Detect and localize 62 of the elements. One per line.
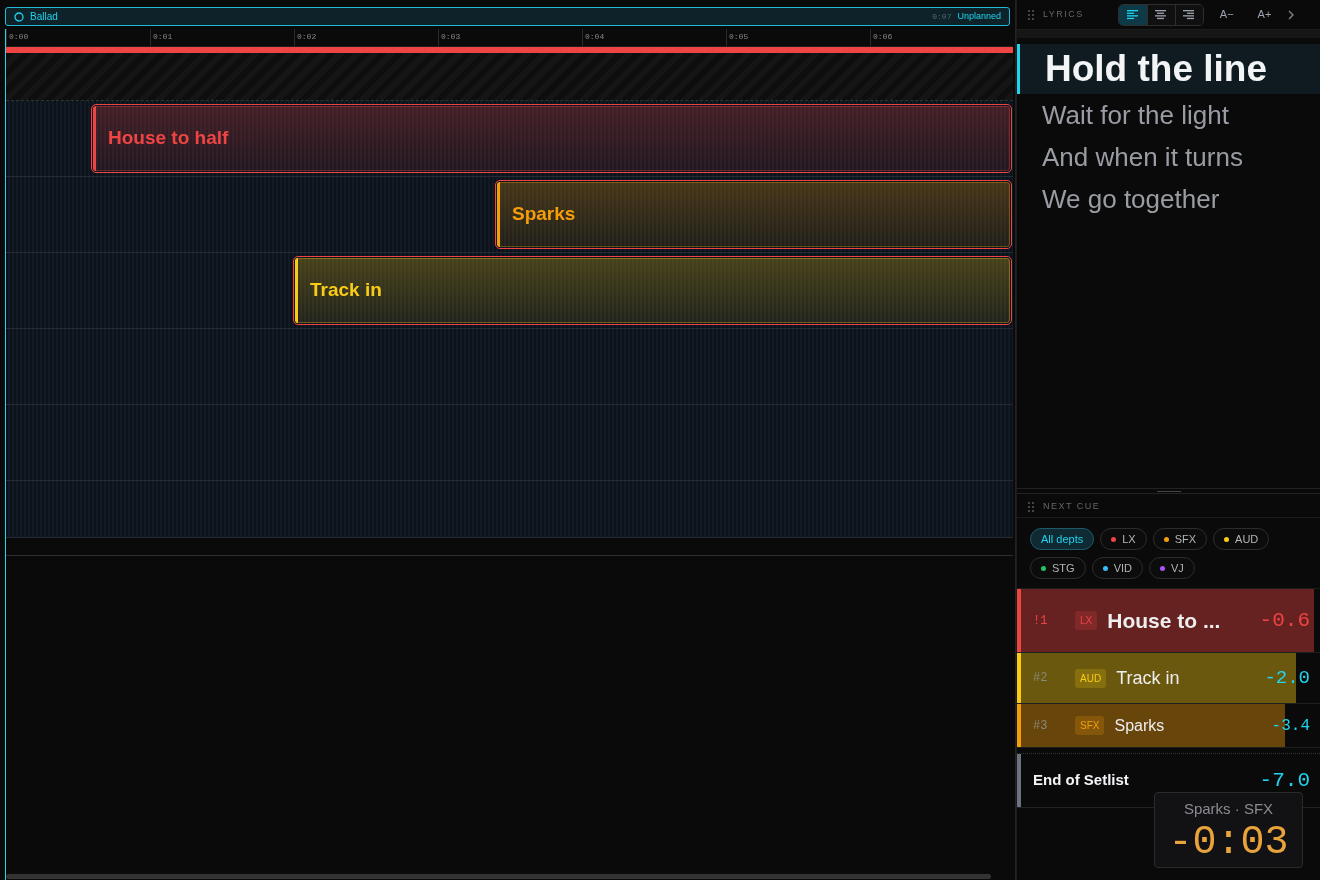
- panel-title: LYRICS: [1043, 7, 1084, 21]
- countdown-overlay[interactable]: Sparks · SFX -0:03: [1154, 792, 1303, 868]
- countdown-time: -0:03: [1168, 820, 1289, 865]
- align-left-icon: [1126, 9, 1139, 20]
- lyric-line: Wait for the light: [1041, 98, 1230, 132]
- department-filter-chip[interactable]: STG: [1030, 557, 1086, 579]
- ruler-time-label: 0:02: [297, 32, 317, 41]
- ruler-time-label: 0:05: [729, 32, 749, 41]
- font-size-button[interactable]: A+: [1249, 6, 1280, 23]
- align-right-icon: [1183, 9, 1196, 20]
- song-time: 0:07: [932, 10, 952, 23]
- lyric-line: We go together: [1041, 182, 1221, 216]
- cue-number: #2: [1033, 670, 1049, 687]
- department-filter-chip[interactable]: AUD: [1213, 528, 1270, 550]
- cue-clip[interactable]: Track in: [293, 256, 1012, 325]
- lyric-line: And when it turns: [1041, 140, 1244, 174]
- ruler-time-label: 0:06: [873, 32, 893, 41]
- cue-countdown: -3.4: [1271, 715, 1310, 737]
- cue-clip[interactable]: Sparks: [495, 180, 1012, 249]
- panel-title: NEXT CUE: [1043, 499, 1101, 513]
- drag-handle-icon[interactable]: [1027, 500, 1035, 513]
- clip-label: Sparks: [512, 202, 576, 227]
- department-badge: LX: [1075, 611, 1098, 630]
- clip-label: Track in: [310, 278, 382, 303]
- end-countdown: -7.0: [1259, 767, 1310, 794]
- department-badge: SFX: [1075, 716, 1105, 735]
- cue-number: #3: [1033, 717, 1049, 735]
- department-filter-chip[interactable]: VJ: [1148, 557, 1195, 579]
- department-badge: AUD: [1075, 668, 1107, 688]
- clip-label: House to half: [108, 126, 229, 151]
- chevron-right-icon[interactable]: [1287, 9, 1296, 20]
- cue-name: House to ...: [1107, 607, 1222, 634]
- department-filter-chip[interactable]: All depts: [1030, 528, 1095, 550]
- align-button[interactable]: [1174, 4, 1203, 25]
- cue-row[interactable]: #3 SFX Sparks -3.4: [1017, 704, 1320, 748]
- cue-row[interactable]: !1 LX House to ... -0.6: [1017, 589, 1320, 653]
- cue-countdown: -2.0: [1264, 665, 1310, 691]
- end-of-setlist-label: End of Setlist: [1033, 770, 1130, 791]
- circle-icon: [14, 11, 24, 22]
- department-filter-chip[interactable]: LX: [1100, 528, 1147, 550]
- cue-name: Track in: [1116, 666, 1181, 690]
- song-title: Ballad: [30, 10, 58, 24]
- countdown-cue-label: Sparks · SFX: [1183, 799, 1274, 819]
- cue-row[interactable]: #2 AUD Track in -2.0: [1017, 653, 1320, 704]
- ruler-time-label: 0:00: [9, 32, 29, 41]
- align-button[interactable]: [1118, 4, 1147, 25]
- song-header-bar[interactable]: Ballad 0:07 Unplanned: [5, 7, 1010, 26]
- cue-clip[interactable]: House to half: [91, 104, 1012, 173]
- cue-countdown: -0.6: [1259, 607, 1310, 634]
- font-size-button[interactable]: A−: [1211, 6, 1242, 23]
- horizontal-scrollbar[interactable]: [6, 874, 991, 879]
- department-filter-chip[interactable]: VID: [1091, 557, 1143, 579]
- align-center-icon: [1155, 9, 1168, 20]
- ruler-time-label: 0:01: [153, 32, 173, 41]
- cue-number: !1: [1033, 612, 1049, 630]
- song-status: Unplanned: [957, 9, 1001, 23]
- align-button[interactable]: [1146, 4, 1175, 25]
- drag-handle-icon[interactable]: [1027, 8, 1035, 21]
- ruler-time-label: 0:03: [441, 32, 461, 41]
- department-filter-chip[interactable]: SFX: [1152, 528, 1208, 550]
- cue-name: Sparks: [1114, 715, 1166, 736]
- ruler-time-label: 0:04: [585, 32, 605, 41]
